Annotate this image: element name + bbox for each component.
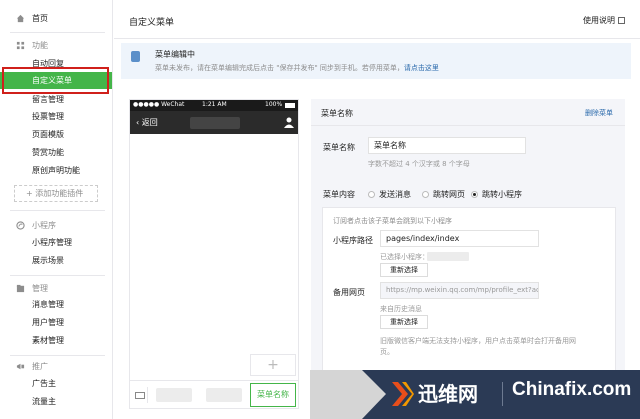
footnote-line-1: 旧版微信客户端无法支持小程序，用户点击菜单时会打开备用网 (380, 337, 576, 345)
sidebar-item-original[interactable]: 原创声明功能 (0, 162, 112, 179)
home-icon (16, 14, 25, 23)
sidebar-item-label: 首页 (32, 14, 48, 23)
disable-menu-link[interactable]: 请点击这里 (404, 64, 439, 72)
highlight-box (2, 67, 109, 94)
watermark-banner: 迅维网 Chinafix.com (362, 370, 640, 419)
folder-icon (16, 284, 25, 293)
info-icon (131, 51, 140, 62)
radio-label: 跳转小程序 (482, 190, 522, 199)
selected-miniprogram: 已选择小程序： (380, 253, 429, 261)
miniprogram-path-input[interactable]: pages/index/index (380, 230, 539, 247)
editor-title: 菜单名称 (321, 109, 353, 118)
sidebar-item-home[interactable]: 首页 (0, 10, 112, 27)
carrier: ●●●●● WeChat (133, 101, 185, 108)
path-label: 小程序路径 (333, 236, 373, 245)
page-title: 自定义菜单 (129, 18, 175, 28)
backup-source: 来自历史消息 (380, 305, 422, 313)
phone-status-bar: ●●●●● WeChat 1:21 AM 100% (130, 100, 298, 111)
back-button[interactable]: ‹ 返回 (136, 117, 158, 128)
watermark-logo-icon (392, 382, 414, 406)
sidebar-item-reward[interactable]: 赞赏功能 (0, 144, 112, 161)
radio-circle (368, 191, 375, 198)
notice-body: 菜单未发布，请在菜单编辑完成后点击 "保存并发布" 同步到手机。若停用菜单，请点… (155, 63, 439, 73)
user-icon[interactable] (284, 117, 294, 128)
menu-tab-active[interactable]: 菜单名称 (250, 383, 296, 407)
radio-circle-selected (471, 191, 478, 198)
section-label: 推广 (32, 362, 48, 371)
sidebar-item-materials[interactable]: 素材管理 (0, 332, 112, 349)
account-name-blurred (190, 117, 240, 129)
radio-open-webpage[interactable]: 跳转网页 (422, 189, 465, 200)
miniprogram-name-blurred (427, 252, 469, 261)
watermark-separator (502, 382, 503, 406)
panel-divider (311, 125, 625, 126)
phone-menu-bar: 菜单名称 (130, 380, 298, 408)
sidebar-item-display-scene[interactable]: 展示场景 (0, 252, 112, 269)
radio-open-miniprogram[interactable]: 跳转小程序 (471, 189, 522, 200)
content-label: 菜单内容 (323, 190, 355, 199)
watermark-name: 迅维网 (418, 382, 478, 406)
phone-nav-bar: ‹ 返回 (130, 111, 298, 134)
section-label: 小程序 (32, 221, 56, 230)
watermark-notch (362, 370, 386, 419)
backup-url-input[interactable]: https://mp.weixin.qq.com/mp/profile_ext?… (380, 282, 539, 299)
radio-label: 发送消息 (379, 190, 411, 199)
sidebar-item-mp-manage[interactable]: 小程序管理 (0, 234, 112, 251)
reselect-miniprogram-button[interactable]: 重新选择 (380, 263, 428, 277)
help-label: 使用说明 (583, 16, 615, 25)
sidebar-item-publisher[interactable]: 流量主 (0, 393, 112, 410)
sub-intro: 订阅者点击该子菜单会跳到以下小程序 (333, 217, 452, 225)
sidebar-item-messages[interactable]: 消息管理 (0, 296, 112, 313)
name-hint: 字数不超过 4 个汉字或 8 个字母 (368, 160, 470, 168)
sidebar: 首页 功能 自动回复 自定义菜单 留言管理 投票管理 页面模版 赞赏功能 原创声… (0, 0, 113, 419)
radio-label: 跳转网页 (433, 190, 465, 199)
help-link[interactable]: 使用说明 (583, 15, 625, 26)
watermark-site: Chinafix.com (512, 379, 632, 400)
header-divider (114, 38, 640, 39)
megaphone-icon (16, 363, 25, 370)
add-menu-button[interactable]: + (250, 354, 296, 376)
footnote-line-2: 页。 (380, 348, 394, 356)
section-label: 功能 (32, 41, 48, 50)
grid-icon (16, 41, 25, 50)
menu-editor-panel: 菜单名称 删除菜单 菜单名称 菜单名称 字数不超过 4 个汉字或 8 个字母 菜… (311, 99, 625, 409)
phone-preview: ●●●●● WeChat 1:21 AM 100% ‹ 返回 + 菜单名称 (129, 99, 299, 409)
backup-label: 备用网页 (333, 288, 365, 297)
menu-name-input[interactable]: 菜单名称 (368, 137, 526, 154)
back-label: 返回 (141, 118, 158, 127)
doc-icon (618, 17, 625, 24)
sidebar-item-users[interactable]: 用户管理 (0, 314, 112, 331)
divider (10, 275, 105, 276)
menu-item-blurred[interactable] (156, 388, 192, 402)
menu-item-blurred[interactable] (206, 388, 242, 402)
sidebar-section-manage: 管理 (0, 280, 112, 297)
clock: 1:21 AM (202, 101, 227, 108)
divider (10, 210, 105, 211)
radio-circle (422, 191, 429, 198)
name-label: 菜单名称 (323, 143, 355, 152)
sidebar-section-miniprogram: 小程序 (0, 217, 112, 234)
divider (10, 355, 105, 356)
battery: 100% (265, 101, 283, 108)
sidebar-item-advertiser[interactable]: 广告主 (0, 375, 112, 392)
keyboard-icon[interactable] (132, 387, 148, 403)
sidebar-item-votes[interactable]: 投票管理 (0, 108, 112, 125)
sidebar-item-comments[interactable]: 留言管理 (0, 91, 112, 108)
sidebar-section-promo: 推广 (0, 358, 112, 375)
battery-icon (285, 103, 295, 108)
sidebar-section-features: 功能 (0, 37, 112, 54)
section-label: 管理 (32, 284, 48, 293)
add-plugin-button[interactable]: + 添加功能插件 (14, 185, 98, 202)
notice-text: 菜单未发布，请在菜单编辑完成后点击 "保存并发布" 同步到手机。若停用菜单， (155, 64, 404, 72)
radio-send-message[interactable]: 发送消息 (368, 189, 411, 200)
reselect-webpage-button[interactable]: 重新选择 (380, 315, 428, 329)
sidebar-item-page-templates[interactable]: 页面模版 (0, 126, 112, 143)
notice-banner: 菜单编辑中 菜单未发布，请在菜单编辑完成后点击 "保存并发布" 同步到手机。若停… (121, 43, 631, 79)
miniprogram-icon (16, 221, 25, 230)
keyboard-shape (135, 392, 145, 399)
delete-menu-link[interactable]: 删除菜单 (585, 108, 613, 118)
divider (10, 32, 105, 33)
notice-title: 菜单编辑中 (155, 50, 195, 59)
